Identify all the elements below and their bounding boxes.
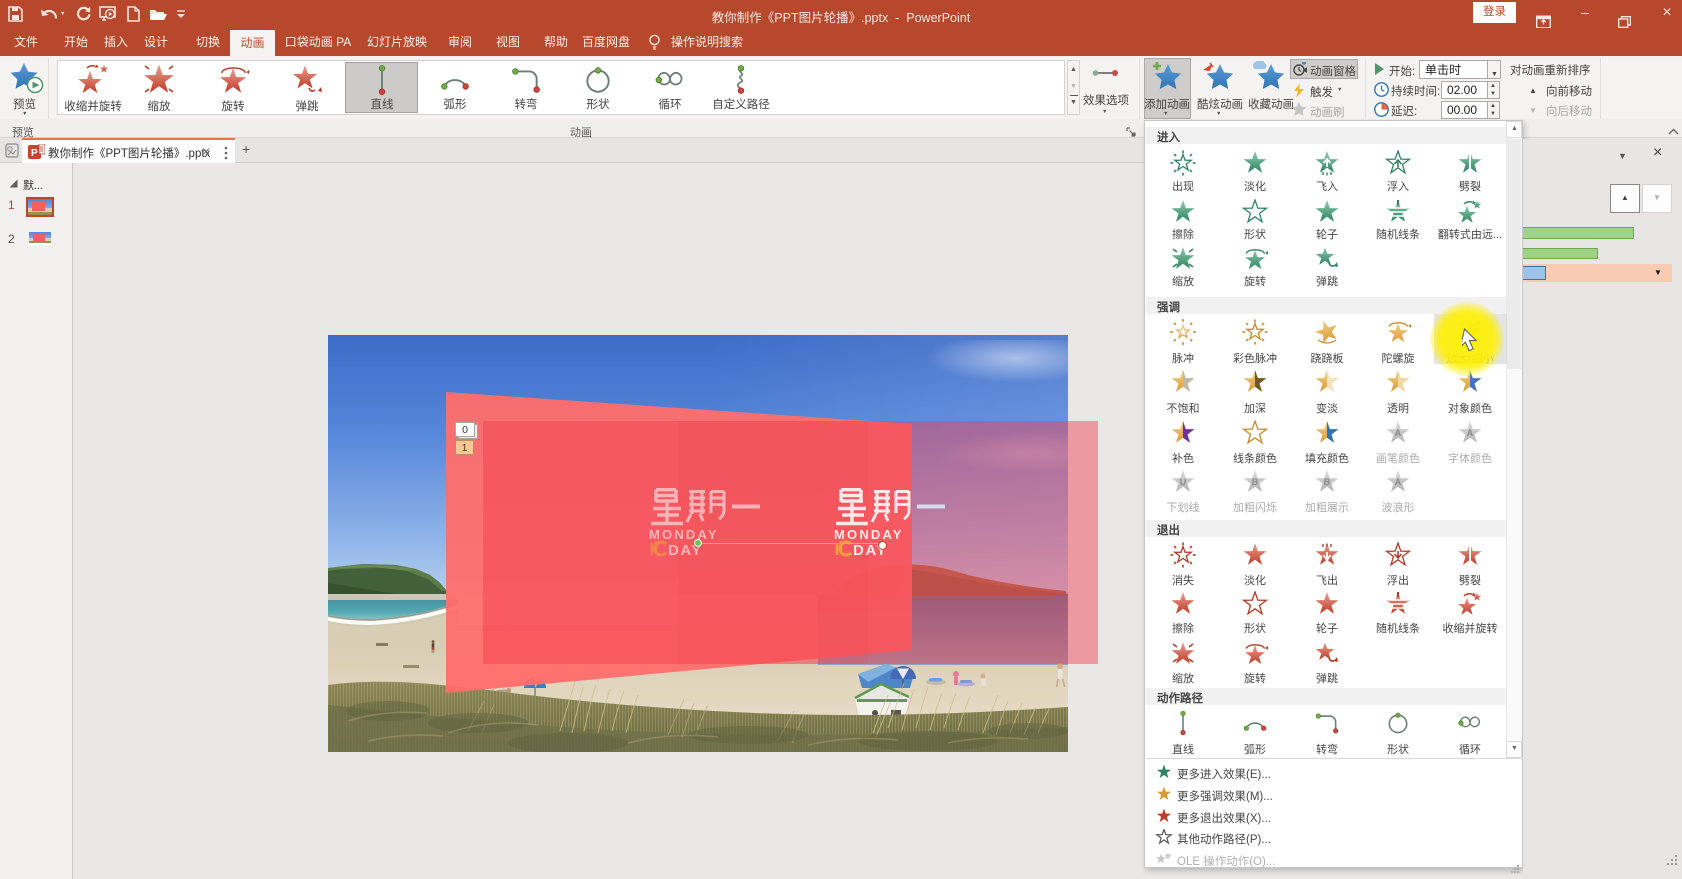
svg-text:A: A (1395, 428, 1402, 438)
svg-text:P: P (31, 148, 38, 159)
svg-text:U: U (1180, 477, 1187, 487)
svg-text:B: B (1324, 477, 1331, 487)
svg-text:A: A (1467, 428, 1474, 438)
svg-text:B: B (1252, 477, 1259, 487)
svg-text:A: A (1395, 477, 1402, 487)
